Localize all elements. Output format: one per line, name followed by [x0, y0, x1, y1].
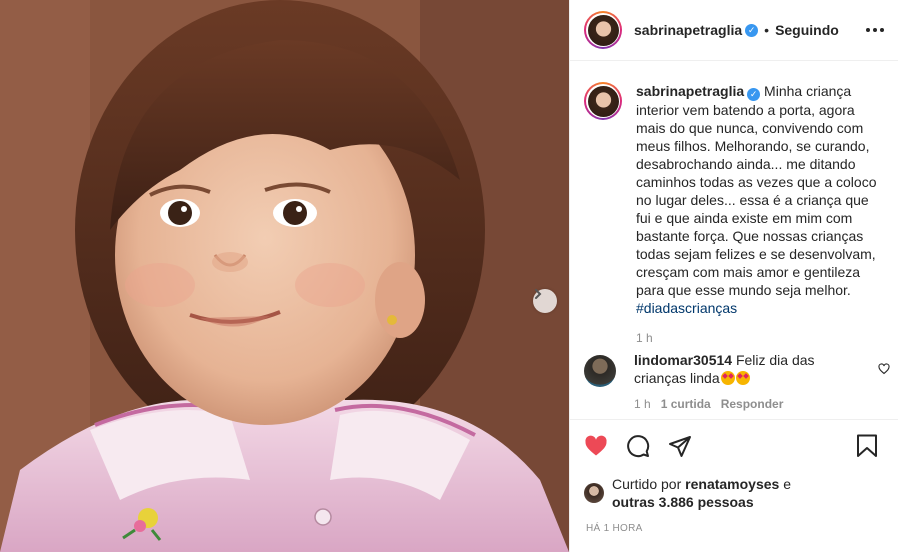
- post-actions: Curtido por renatamoyses e outras 3.886 p…: [570, 419, 898, 552]
- caption-author-avatar[interactable]: [584, 82, 622, 120]
- liker-avatar[interactable]: [584, 483, 604, 503]
- reply-button[interactable]: Responder: [721, 397, 784, 411]
- post-timestamp[interactable]: HÁ 1 HORA: [586, 523, 884, 534]
- star-struck-emoji-icon: [720, 371, 735, 385]
- avatar-inner-ring: [586, 84, 620, 118]
- verified-badge-icon: ✓: [747, 87, 761, 101]
- save-button[interactable]: [856, 434, 878, 458]
- comments-area[interactable]: sabrinapetraglia ✓ Minha criança interior…: [570, 61, 898, 419]
- star-struck-emoji-icon: [735, 371, 750, 385]
- likes-summary: Curtido por renatamoyses e outras 3.886 p…: [584, 475, 884, 511]
- author-username[interactable]: sabrinapetraglia: [634, 22, 742, 38]
- caption-time[interactable]: 1 h: [636, 331, 880, 345]
- avatar-image: [587, 85, 619, 117]
- like-button[interactable]: [584, 434, 608, 458]
- post-photo[interactable]: [0, 0, 569, 552]
- caption-body: sabrinapetraglia ✓ Minha criança interior…: [636, 82, 880, 345]
- child-portrait-illustration: [0, 0, 569, 552]
- chevron-right-icon: [535, 289, 542, 299]
- share-icon: [669, 436, 691, 457]
- post-sidebar: sabrinapetraglia ✓ • Seguindo sabrinapet…: [569, 0, 898, 552]
- caption-username[interactable]: sabrinapetraglia: [636, 83, 744, 99]
- action-bar: [584, 434, 884, 458]
- more-options-button[interactable]: [866, 24, 884, 36]
- hashtag-link[interactable]: #diadascrianças: [636, 300, 737, 316]
- caption-entry: sabrinapetraglia ✓ Minha criança interior…: [570, 61, 898, 345]
- comment-body: lindomar30514 Feliz dia das crianças lin…: [634, 351, 862, 411]
- verified-badge-icon: ✓: [745, 23, 759, 37]
- avatar-image: [587, 14, 619, 46]
- likes-text: Curtido por renatamoyses e outras 3.886 p…: [612, 475, 812, 511]
- comment-icon: [627, 435, 650, 458]
- avatar-inner-ring: [586, 13, 620, 47]
- comment-meta: 1 h 1 curtida Responder: [634, 397, 862, 411]
- liker-username[interactable]: renatamoyses: [685, 476, 779, 492]
- comment-button[interactable]: [626, 434, 650, 458]
- dot-icon: [880, 28, 884, 32]
- dot-icon: [866, 28, 870, 32]
- comment-text: lindomar30514 Feliz dia das crianças lin…: [634, 351, 862, 387]
- instagram-post: sabrinapetraglia ✓ • Seguindo sabrinapet…: [0, 0, 898, 552]
- comment-likes[interactable]: 1 curtida: [661, 397, 711, 411]
- comment-like-heart-icon[interactable]: [878, 363, 890, 375]
- commenter-username[interactable]: lindomar30514: [634, 352, 732, 368]
- comment-item: lindomar30514 Feliz dia das crianças lin…: [570, 351, 898, 411]
- others-likes-link[interactable]: outras 3.886 pessoas: [612, 494, 754, 510]
- commenter-avatar[interactable]: [584, 355, 616, 387]
- separator-dot: •: [764, 22, 770, 38]
- post-header: sabrinapetraglia ✓ • Seguindo: [570, 0, 898, 61]
- share-button[interactable]: [668, 434, 692, 458]
- comment-time[interactable]: 1 h: [634, 397, 651, 411]
- author-avatar[interactable]: [584, 11, 622, 49]
- heart-filled-icon: [585, 435, 607, 456]
- caption-text: sabrinapetraglia ✓ Minha criança interior…: [636, 82, 880, 317]
- likes-connector: e: [779, 476, 792, 492]
- bookmark-icon: [857, 434, 877, 457]
- liked-by-prefix: Curtido por: [612, 476, 686, 492]
- next-photo-button[interactable]: [533, 289, 557, 313]
- following-button[interactable]: Seguindo: [775, 22, 839, 38]
- caption-body-text: Minha criança interior vem batendo a por…: [636, 83, 877, 298]
- dot-icon: [873, 28, 877, 32]
